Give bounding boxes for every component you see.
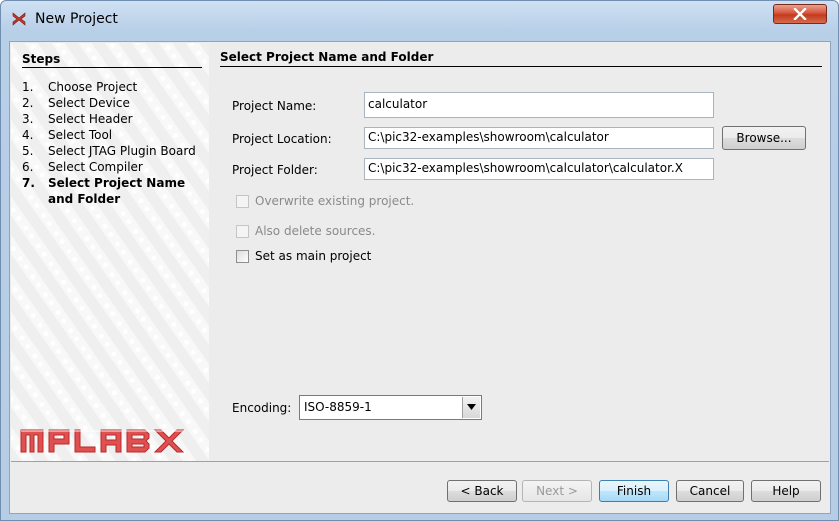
main-project-label: Set as main project bbox=[255, 249, 372, 263]
next-button[interactable]: Next > bbox=[522, 480, 592, 502]
help-button[interactable]: Help bbox=[751, 480, 821, 502]
project-name-label: Project Name: bbox=[232, 99, 317, 113]
dropdown-arrow[interactable] bbox=[462, 397, 480, 418]
delete-sources-label: Also delete sources. bbox=[255, 224, 376, 238]
step-item-current: 7. Select Project Name bbox=[22, 176, 186, 190]
close-icon bbox=[793, 8, 807, 20]
close-button[interactable] bbox=[773, 4, 827, 24]
step-item: 3. Select Header bbox=[22, 112, 133, 126]
overwrite-checkbox-row[interactable]: Overwrite existing project. bbox=[236, 194, 414, 208]
steps-divider bbox=[22, 67, 202, 68]
project-location-input[interactable]: C:\pic32-examples\showroom\calculator bbox=[364, 127, 714, 149]
browse-button[interactable]: Browse... bbox=[722, 126, 806, 150]
cancel-button[interactable]: Cancel bbox=[676, 480, 744, 502]
step-item: 6. Select Compiler bbox=[22, 160, 143, 174]
encoding-value: ISO-8859-1 bbox=[304, 400, 372, 414]
page-title: Select Project Name and Folder bbox=[220, 50, 434, 64]
window-title: New Project bbox=[35, 11, 118, 27]
project-folder-label: Project Folder: bbox=[232, 163, 318, 177]
overwrite-checkbox[interactable] bbox=[236, 194, 249, 208]
step-item: 2. Select Device bbox=[22, 96, 130, 110]
title-bar[interactable]: New Project bbox=[1, 1, 838, 36]
chevron-down-icon bbox=[467, 404, 476, 410]
delete-sources-checkbox[interactable] bbox=[236, 224, 249, 238]
project-name-input[interactable]: calculator bbox=[364, 92, 714, 118]
dialog-client-area: Steps 1. Choose Project 2. Select Device 3… bbox=[9, 41, 831, 514]
step-item-current: and Folder bbox=[48, 192, 121, 206]
step-item: 4. Select Tool bbox=[22, 128, 113, 142]
step-item: 1. Choose Project bbox=[22, 80, 138, 94]
project-location-label: Project Location: bbox=[232, 132, 332, 146]
steps-panel: Steps 1. Choose Project 2. Select Device 3… bbox=[11, 43, 209, 461]
steps-heading: Steps bbox=[22, 52, 61, 66]
footer-divider bbox=[11, 461, 829, 462]
project-folder-input[interactable]: C:\pic32-examples\showroom\calculator\ca… bbox=[364, 158, 714, 180]
delete-sources-checkbox-row[interactable]: Also delete sources. bbox=[236, 224, 376, 238]
mplabx-logo bbox=[20, 429, 185, 453]
mplab-x-icon bbox=[11, 11, 27, 27]
main-project-checkbox-row[interactable]: Set as main project bbox=[236, 249, 371, 263]
step-item: 5. Select JTAG Plugin Board bbox=[22, 144, 196, 158]
back-button[interactable]: < Back bbox=[447, 480, 517, 502]
step-list: 1. Choose Project 2. Select Device 3. Selec… bbox=[22, 79, 198, 207]
new-project-window: New Project Steps 1. Choose Project 2. S… bbox=[0, 0, 839, 521]
overwrite-label: Overwrite existing project. bbox=[255, 194, 415, 208]
finish-button[interactable]: Finish bbox=[599, 480, 669, 502]
main-project-checkbox[interactable] bbox=[236, 249, 249, 263]
title-divider bbox=[220, 66, 822, 67]
encoding-label: Encoding: bbox=[232, 401, 292, 415]
encoding-select[interactable]: ISO-8859-1 bbox=[299, 395, 482, 420]
